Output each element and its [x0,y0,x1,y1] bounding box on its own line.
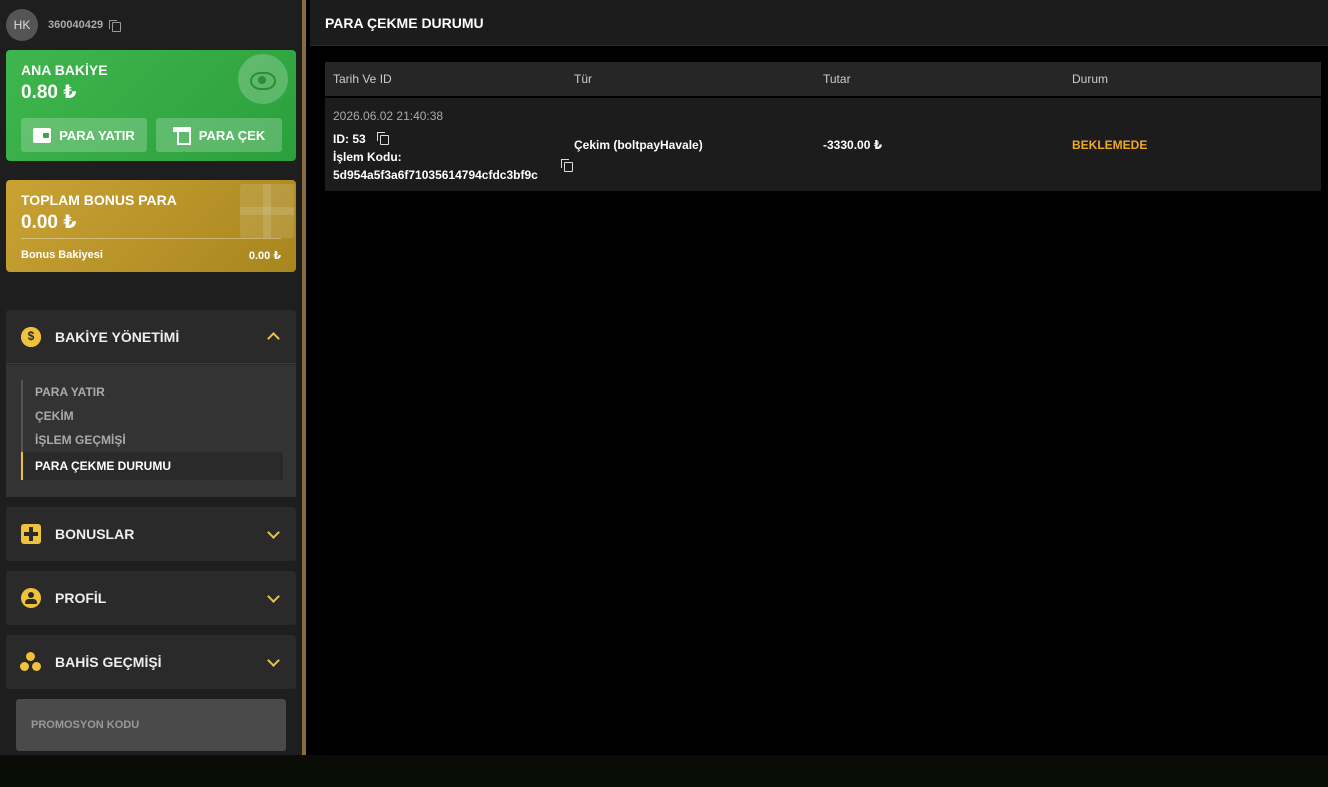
copy-icon[interactable] [109,19,121,32]
row-amount: -3330.00 ₺ [823,137,883,152]
main-content: PARA ÇEKME DURUMU Tarih Ve ID Tür Tutar … [310,0,1328,755]
chevron-down-icon[interactable] [267,525,280,539]
deposit-button-label: PARA YATIR [59,127,135,143]
table-row: 2026.06.02 21:40:38 ID: 53 İşlem Kodu: 5… [325,98,1321,191]
bonus-sub-amount: 0.00 ₺ [248,250,281,262]
profile-title: PROFİL [55,590,107,606]
row-id: ID: 53 [333,132,389,146]
chevron-down-icon[interactable] [267,589,280,603]
bet-history-title: BAHİS GEÇMİŞİ [55,654,162,670]
main-balance-label: ANA BAKİYE [21,62,108,78]
withdraw-button[interactable]: PARA ÇEK [156,118,282,152]
submenu-item-withdrawal-status[interactable]: PARA ÇEKME DURUMU [21,452,283,480]
submenu-item-transaction-history[interactable]: İŞLEM GEÇMİŞİ [21,428,283,452]
column-header-status: Durum [1072,72,1109,86]
atm-icon [172,127,191,145]
bonuses-title: BONUSLAR [55,526,135,542]
balance-management-section: BAKİYE YÖNETİMİ PARA YATIR ÇEKİM İŞLEM G… [6,310,296,497]
copy-icon[interactable] [561,159,573,172]
copy-icon[interactable] [377,132,389,145]
column-header-date-id: Tarih Ve ID [333,72,392,86]
balance-management-header[interactable]: BAKİYE YÖNETİMİ [6,310,296,364]
chevron-down-icon[interactable] [267,653,280,667]
user-row: HK 360040429 [6,8,121,42]
table-header: Tarih Ve ID Tür Tutar Durum [325,62,1321,96]
bottom-strip [0,755,1328,787]
sidebar: HK 360040429 ANA BAKİYE 0.80 ₺ PARA YATI… [0,0,306,755]
date-id-cell: 2026.06.02 21:40:38 ID: 53 İşlem Kodu: 5… [325,98,574,191]
balls-icon [20,652,42,672]
submenu-item-deposit[interactable]: PARA YATIR [21,380,283,404]
row-id-text: ID: 53 [333,132,366,146]
transaction-code-label: İşlem Kodu: [333,150,402,164]
chevron-up-icon[interactable] [267,332,280,345]
bonus-sub-label: Bonus Bakiyesi [21,249,103,261]
withdraw-button-label: PARA ÇEK [198,127,266,143]
profile-section[interactable]: PROFİL [6,571,296,625]
balance-submenu: PARA YATIR ÇEKİM İŞLEM GEÇMİŞİ PARA ÇEKM… [6,365,296,497]
eye-icon[interactable] [238,54,288,104]
gift-icon [240,184,294,238]
bonuses-section[interactable]: BONUSLAR [6,507,296,561]
status-badge: BEKLEMEDE [1072,137,1148,152]
user-id: 360040429 [48,19,104,31]
main-balance-amount: 0.80 ₺ [21,82,77,103]
bonus-balance-amount: 0.00 ₺ [21,212,77,233]
deposit-button[interactable]: PARA YATIR [21,118,147,152]
withdrawal-status-table: Tarih Ve ID Tür Tutar Durum 2026.06.02 2… [325,62,1321,191]
column-header-amount: Tutar [823,72,851,86]
submenu-item-withdrawal[interactable]: ÇEKİM [21,404,283,428]
wallet-icon [33,127,52,143]
money-gear-icon [21,326,41,347]
avatar[interactable]: HK [6,9,38,41]
bonus-box-icon [21,524,41,544]
column-header-type: Tür [574,72,592,86]
user-icon [21,588,41,608]
bonus-balance-card: TOPLAM BONUS PARA 0.00 ₺ Bonus Bakiyesi … [6,180,296,272]
divider [21,238,281,239]
promo-code-input[interactable]: PROMOSYON KODU [16,699,286,751]
balance-management-title: BAKİYE YÖNETİMİ [55,328,180,345]
row-type: Çekim (boltpayHavale) [574,137,703,152]
bonus-balance-label: TOPLAM BONUS PARA [21,192,177,208]
row-date: 2026.06.02 21:40:38 [333,109,444,123]
page-title: PARA ÇEKME DURUMU [310,0,1328,46]
transaction-code: 5d954a5f3a6f71035614794cfdc3bf9c [333,168,538,182]
bet-history-section[interactable]: BAHİS GEÇMİŞİ [6,635,296,689]
main-balance-card: ANA BAKİYE 0.80 ₺ PARA YATIR PARA ÇEK [6,50,296,161]
